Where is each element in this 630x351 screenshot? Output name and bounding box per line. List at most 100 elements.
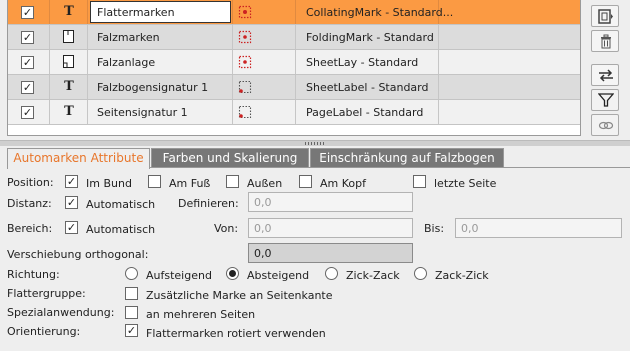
delete-button[interactable] [591, 30, 619, 52]
empty-cell [439, 25, 580, 49]
am-kopf-checkbox[interactable] [299, 175, 312, 188]
sheet-lay-type-icon [63, 55, 74, 68]
preview-cell [233, 25, 296, 49]
preview-cell [233, 50, 296, 74]
mark-cell: CollatingMark - Standard... [296, 0, 453, 24]
am-fuss-checkbox[interactable] [148, 175, 161, 188]
aufsteigend-label: Aufsteigend [146, 269, 212, 282]
automarks-table: ✓ T Flattermarken CollatingMark - Standa… [7, 0, 581, 136]
table-row[interactable]: ✓ T Flattermarken CollatingMark - Standa… [8, 0, 580, 25]
definieren-value: 0,0 [254, 196, 272, 209]
frame-icon [598, 9, 613, 24]
empty-cell [439, 0, 580, 24]
sheet-lay-mark-icon [238, 55, 252, 69]
splitter-grip[interactable] [305, 142, 325, 145]
tab-farben-und-skalierung[interactable]: Farben und Skalierung [151, 148, 309, 168]
mehreren-seiten-label: an mehreren Seiten [146, 308, 256, 321]
tab-divider [150, 167, 630, 168]
mark-name: SheetLay - Standard [306, 56, 419, 69]
absteigend-label: Absteigend [247, 269, 310, 282]
zack-zick-radio[interactable] [414, 267, 427, 280]
text-type-icon: T [64, 79, 74, 94]
von-input[interactable]: 0,0 [248, 218, 413, 238]
collating-mark-icon [238, 5, 252, 19]
row-enabled-checkbox[interactable]: ✓ [21, 31, 34, 44]
verschiebung-value: 0,0 [254, 247, 272, 260]
mark-name: FoldingMark - Standard [306, 31, 434, 44]
frame-button[interactable] [591, 5, 619, 27]
von-value: 0,0 [254, 222, 272, 235]
page-label-mark-icon [238, 105, 252, 119]
empty-cell [439, 75, 580, 99]
absteigend-radio[interactable] [226, 267, 239, 280]
mark-name: SheetLabel - Standard [306, 81, 429, 94]
table-row[interactable]: ✓ Falzmarken FoldingMark - Standard [8, 25, 580, 50]
table-row[interactable]: ✓ Falzanlage SheetLay - Standard [8, 50, 580, 75]
filter-icon [598, 93, 614, 107]
letzte-seite-checkbox[interactable] [413, 175, 426, 188]
row-enabled-checkbox[interactable]: ✓ [21, 81, 34, 94]
bis-input[interactable]: 0,0 [455, 218, 622, 238]
im-bund-checkbox[interactable]: ✓ [65, 175, 78, 188]
zick-zack-radio[interactable] [325, 267, 338, 280]
row-name: Falzanlage [97, 56, 156, 69]
mehreren-seiten-checkbox[interactable] [125, 306, 138, 319]
definieren-input[interactable]: 0,0 [248, 192, 413, 212]
aussen-checkbox[interactable] [226, 175, 239, 188]
bis-label: Bis: [424, 222, 445, 235]
am-fuss-label: Am Fuß [169, 177, 211, 190]
row-name: Falzmarken [97, 31, 160, 44]
filter-button[interactable] [591, 89, 619, 111]
bereich-auto-checkbox[interactable]: ✓ [65, 221, 78, 234]
position-label: Position: [7, 176, 54, 189]
im-bund-label: Im Bund [86, 177, 132, 190]
preview-cell [233, 100, 296, 124]
rotiert-label: Flattermarken rotiert verwenden [146, 327, 326, 340]
folding-mark-icon [238, 30, 252, 44]
aussen-label: Außen [247, 177, 283, 190]
verschiebung-input[interactable]: 0,0 [248, 243, 413, 263]
bereich-auto-label: Automatisch [86, 223, 156, 236]
tab-automarken-attribute[interactable]: Automarken Attribute [7, 148, 150, 169]
mark-cell: SheetLabel - Standard [296, 75, 439, 99]
name-edit-field[interactable]: Flattermarken [90, 1, 231, 23]
mark-name: CollatingMark - Standard... [306, 6, 454, 19]
link-button[interactable] [591, 114, 619, 136]
distanz-auto-label: Automatisch [86, 198, 156, 211]
type-cell [50, 50, 88, 74]
zusaetzliche-marke-checkbox[interactable] [125, 287, 138, 300]
enabled-cell: ✓ [8, 75, 50, 99]
type-cell: T [50, 100, 88, 124]
mark-cell: SheetLay - Standard [296, 50, 439, 74]
link-icon [598, 121, 614, 130]
swap-button[interactable] [591, 64, 619, 86]
distanz-auto-checkbox[interactable]: ✓ [65, 196, 78, 209]
orientierung-label: Orientierung: [7, 325, 81, 338]
name-cell: Flattermarken [88, 0, 233, 24]
bis-value: 0,0 [461, 222, 479, 235]
enabled-cell: ✓ [8, 25, 50, 49]
preview-cell [233, 75, 296, 99]
type-cell: T [50, 0, 88, 24]
am-kopf-label: Am Kopf [320, 177, 366, 190]
zusaetzliche-marke-label: Zusätzliche Marke an Seitenkante [146, 289, 333, 302]
letzte-seite-label: letzte Seite [434, 177, 497, 190]
row-enabled-checkbox[interactable]: ✓ [21, 6, 34, 19]
rotiert-checkbox[interactable]: ✓ [125, 324, 138, 337]
enabled-cell: ✓ [8, 100, 50, 124]
enabled-cell: ✓ [8, 0, 50, 24]
empty-cell [439, 50, 580, 74]
row-enabled-checkbox[interactable]: ✓ [21, 106, 34, 119]
row-name: Falzbogensignatur 1 [97, 81, 209, 94]
tab-einschraenkung-auf-falzbogen[interactable]: Einschränkung auf Falzbogen [310, 148, 504, 168]
aufsteigend-radio[interactable] [125, 267, 138, 280]
mark-cell: PageLabel - Standard [296, 100, 439, 124]
panel-splitter[interactable] [0, 140, 630, 146]
row-name: Seitensignatur 1 [97, 106, 188, 119]
row-enabled-checkbox[interactable]: ✓ [21, 56, 34, 69]
verschiebung-label: Verschiebung orthogonal: [7, 248, 149, 261]
table-row[interactable]: ✓ T Falzbogensignatur 1 SheetLabel - Sta… [8, 75, 580, 100]
text-type-icon: T [64, 4, 74, 19]
table-row[interactable]: ✓ T Seitensignatur 1 PageLabel - Standar… [8, 100, 580, 125]
trash-icon [601, 34, 611, 49]
